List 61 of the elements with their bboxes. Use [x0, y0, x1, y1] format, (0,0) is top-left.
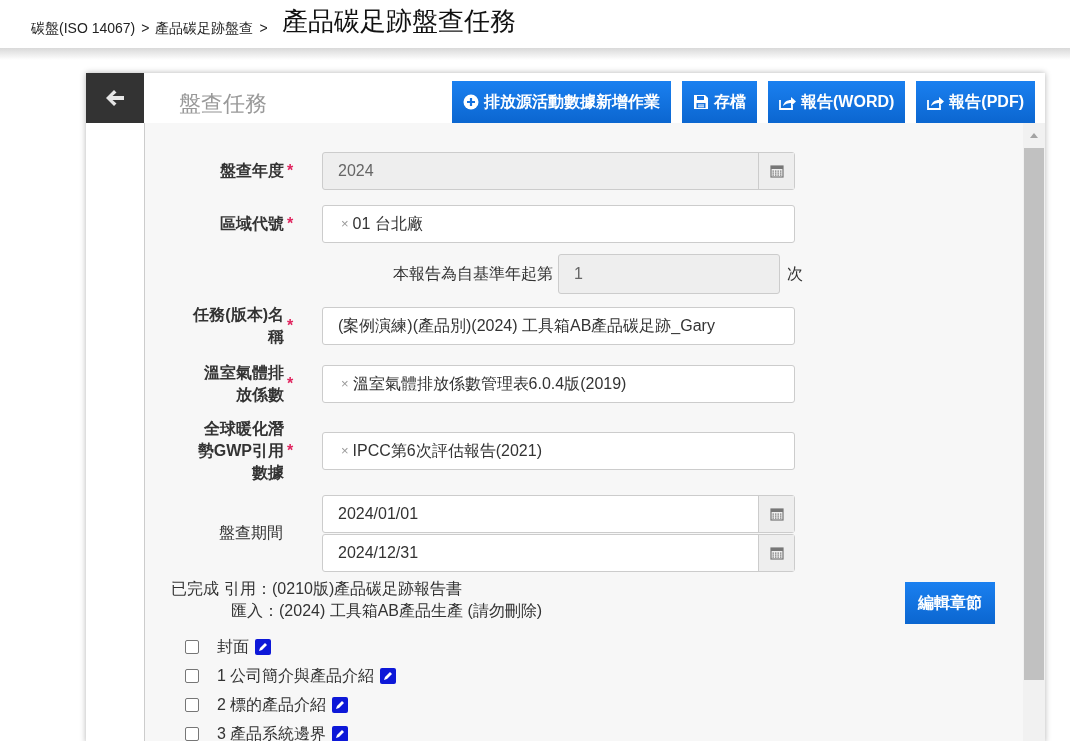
card-title: 盤查任務: [178, 90, 268, 118]
chapter-checkbox[interactable]: [185, 668, 199, 683]
select-field[interactable]: × 01 台北廠: [322, 205, 795, 243]
date-field[interactable]: 2024/01/01: [322, 494, 795, 533]
chapter-checkbox[interactable]: [185, 697, 199, 712]
breadcrumb-link[interactable]: 碳盤(ISO 14067): [31, 18, 136, 38]
selected-tag: 01 台北廠: [352, 212, 423, 236]
counter-suffix: 次: [786, 264, 803, 284]
field-label: 溫室氣體排放係數: [203, 363, 284, 405]
chapter-checkbox[interactable]: [185, 726, 199, 741]
field-label: 盤查年度: [219, 161, 284, 181]
save-icon: [693, 94, 710, 110]
import-text: 匯入：(2024) 工具箱AB產品生產 (請勿刪除): [231, 602, 543, 619]
tag-remove[interactable]: ×: [341, 214, 349, 234]
chapter-label: 2 標的產品介紹: [217, 694, 327, 715]
chapter-label: 3 產品系統邊界: [217, 723, 327, 741]
share-icon: [927, 94, 945, 110]
pencil-icon[interactable]: [332, 725, 349, 741]
required-mark: *: [287, 161, 295, 181]
back-button[interactable]: [86, 73, 144, 123]
breadcrumb-link[interactable]: 產品碳足跡盤查: [155, 18, 254, 38]
field-label: 任務(版本)名稱: [192, 305, 284, 347]
tag-remove[interactable]: ×: [341, 374, 349, 394]
field-label: 盤查期間: [219, 523, 283, 543]
toolbar-button[interactable]: 報告(WORD): [768, 81, 906, 123]
scrollbar[interactable]: [1023, 123, 1045, 741]
calendar-icon: [769, 506, 784, 521]
required-mark: *: [287, 441, 295, 461]
pencil-icon[interactable]: [332, 696, 349, 713]
counter-label: 本報告為自基準年起第: [393, 264, 553, 284]
selected-tag: 溫室氣體排放係數管理表6.0.4版(2019): [352, 372, 627, 396]
status-text: 已完成: [171, 579, 219, 599]
tag-remove[interactable]: ×: [341, 441, 349, 461]
toolbar-button[interactable]: 排放源活動數據新增作業: [452, 81, 672, 123]
page-title: 產品碳足跡盤查任務: [281, 5, 516, 38]
calendar-icon: [769, 164, 784, 178]
pencil-icon[interactable]: [255, 638, 271, 655]
selected-tag: IPCC第6次評估報告(2021): [352, 439, 542, 463]
chapter-label: 封面: [217, 636, 249, 657]
chapter-label: 1 公司簡介與產品介紹: [217, 665, 375, 686]
toolbar-button[interactable]: 存檔: [682, 81, 758, 123]
breadcrumb-separator: >: [259, 19, 268, 38]
field-label: 區域代號: [219, 214, 284, 234]
required-mark: *: [287, 316, 295, 336]
field-label: 全球暖化潛勢GWP引用數據: [196, 419, 284, 483]
name-field[interactable]: (案例演練)(產品別)(2024) 工具箱AB產品碳足跡_Gary: [322, 307, 795, 345]
select-field[interactable]: × 溫室氣體排放係數管理表6.0.4版(2019): [322, 365, 795, 403]
date-field[interactable]: 2024/12/31: [322, 533, 795, 572]
back-arrow-icon: [105, 89, 125, 107]
select-field[interactable]: × IPCC第6次評估報告(2021): [322, 432, 795, 470]
breadcrumb-separator: >: [141, 19, 150, 38]
pencil-icon[interactable]: [380, 667, 397, 684]
required-mark: *: [287, 374, 295, 394]
required-mark: *: [287, 214, 295, 234]
edit-chapters-button[interactable]: 編輯章節: [905, 582, 995, 624]
chapter-checkbox[interactable]: [185, 639, 199, 654]
plus-circle-icon: [463, 94, 480, 110]
reference-text: 引用：(0210版)產品碳足跡報告書: [224, 579, 463, 599]
toolbar-button[interactable]: 報告(PDF): [916, 81, 1035, 123]
share-icon: [779, 94, 797, 110]
calendar-icon: [769, 545, 784, 560]
